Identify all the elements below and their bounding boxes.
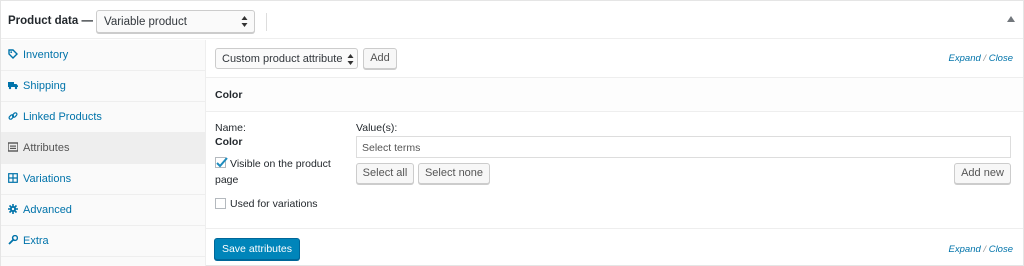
footer-expand-close-links: Expand / Close bbox=[949, 244, 1013, 255]
expand-link[interactable]: Expand bbox=[949, 53, 981, 64]
select-arrows-icon bbox=[241, 16, 248, 27]
tag-icon bbox=[8, 49, 18, 59]
product-type-value: Variable product bbox=[104, 16, 187, 28]
attribute-name-value: Color bbox=[215, 136, 243, 148]
attribute-taxonomy-select[interactable]: Custom product attribute bbox=[215, 48, 358, 69]
select-all-button[interactable]: Select all bbox=[356, 163, 414, 184]
attribute-body: Name: Color Visible on the product page … bbox=[206, 112, 1023, 229]
name-label: Name: bbox=[215, 122, 246, 134]
select-terms-input[interactable]: Select terms bbox=[356, 136, 1011, 158]
product-data-panel: Product data — Variable product Inventor… bbox=[0, 0, 1024, 266]
save-attributes-button[interactable]: Save attributes bbox=[214, 238, 300, 260]
attribute-header[interactable]: Color bbox=[206, 78, 1023, 112]
gear-icon bbox=[8, 204, 18, 214]
tab-shipping[interactable]: Shipping bbox=[1, 71, 205, 102]
select-arrows-icon bbox=[347, 54, 354, 65]
triangle-up-icon[interactable] bbox=[1007, 16, 1015, 22]
link-icon bbox=[8, 112, 18, 120]
product-data-tabs: Inventory Shipping Linked Products Attri… bbox=[1, 40, 206, 266]
attributes-panel: Custom product attribute Add Expand / Cl… bbox=[206, 40, 1023, 266]
tab-extra[interactable]: Extra bbox=[1, 226, 205, 257]
panel-title: Product data — bbox=[8, 15, 93, 27]
separator-slash: / bbox=[983, 53, 987, 64]
panel-header: Product data — Variable product bbox=[1, 4, 1023, 39]
tab-inventory[interactable]: Inventory bbox=[1, 40, 205, 71]
tab-label: Variations bbox=[23, 173, 72, 185]
tab-label: Extra bbox=[23, 235, 49, 247]
list-icon bbox=[8, 142, 18, 152]
tab-advanced[interactable]: Advanced bbox=[1, 195, 205, 226]
separator-slash: / bbox=[983, 244, 987, 255]
select-none-button[interactable]: Select none bbox=[418, 163, 490, 184]
tab-variations[interactable]: Variations bbox=[1, 164, 205, 195]
tab-attributes[interactable]: Attributes bbox=[1, 133, 205, 164]
tab-linked-products[interactable]: Linked Products bbox=[1, 102, 205, 133]
expand-close-links: Expand / Close bbox=[949, 53, 1013, 64]
visible-checkbox[interactable] bbox=[215, 157, 228, 168]
attribute-select-value: Custom product attribute bbox=[222, 53, 343, 65]
truck-icon bbox=[8, 82, 18, 90]
wrench-icon bbox=[8, 235, 18, 245]
add-new-button[interactable]: Add new bbox=[954, 163, 1011, 184]
tab-label: Shipping bbox=[23, 80, 66, 92]
visible-label-continued: page bbox=[215, 174, 239, 186]
attributes-toolbar: Custom product attribute Add Expand / Cl… bbox=[206, 40, 1023, 78]
close-link[interactable]: Close bbox=[989, 244, 1013, 255]
tab-label: Advanced bbox=[23, 204, 72, 216]
grid-icon bbox=[8, 173, 18, 183]
used-for-variations-label: Used for variations bbox=[230, 198, 318, 210]
tab-label: Linked Products bbox=[23, 111, 102, 123]
checkmark-icon bbox=[216, 157, 228, 168]
select-terms-placeholder: Select terms bbox=[362, 142, 421, 154]
expand-link[interactable]: Expand bbox=[949, 244, 981, 255]
tab-label: Attributes bbox=[23, 142, 70, 154]
attribute-title: Color bbox=[215, 89, 243, 101]
visible-label: Visible on the product bbox=[230, 158, 331, 170]
add-attribute-button[interactable]: Add bbox=[363, 48, 397, 69]
header-divider bbox=[266, 13, 267, 31]
used-for-variations-checkbox[interactable] bbox=[215, 198, 226, 209]
close-link[interactable]: Close bbox=[989, 53, 1013, 64]
values-label: Value(s): bbox=[356, 122, 398, 134]
product-type-select[interactable]: Variable product bbox=[96, 10, 255, 33]
tab-label: Inventory bbox=[23, 49, 69, 61]
